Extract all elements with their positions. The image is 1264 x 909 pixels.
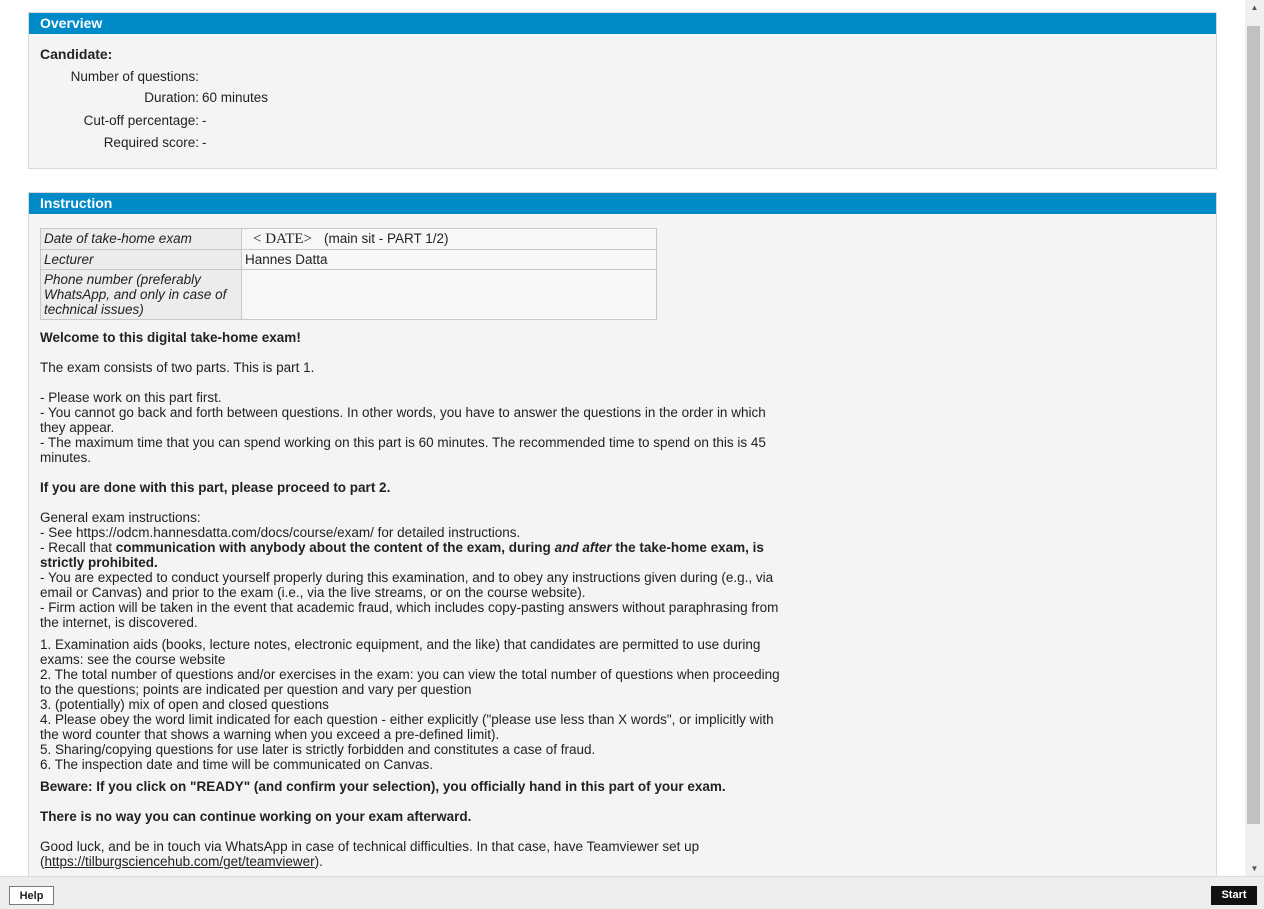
- no-way-text: There is no way you can continue working…: [40, 809, 472, 824]
- lecturer-label: Lecturer: [40, 249, 242, 270]
- scroll-down-icon[interactable]: ▼: [1245, 861, 1264, 876]
- proceed-text: If you are done with this part, please p…: [40, 480, 391, 495]
- date-label: Date of take-home exam: [40, 228, 242, 250]
- general-conduct: - You are expected to conduct yourself p…: [40, 570, 774, 600]
- overview-row: Number of questions:: [29, 68, 629, 86]
- phone-value: [241, 269, 657, 320]
- cutoff-percentage-label: Cut-off percentage:: [83, 113, 199, 128]
- instruction-header: Instruction: [29, 193, 1216, 214]
- general-see: - See https://odcm.hannesdatta.com/docs/…: [40, 525, 521, 540]
- scroll-area[interactable]: Overview Candidate: Number of questions:…: [0, 0, 1245, 876]
- overview-row: Duration: 60 minutes: [29, 89, 629, 107]
- required-score-value: -: [202, 135, 207, 150]
- exam-info-table: Date of take-home exam < DATE> (main sit …: [40, 228, 657, 320]
- recall-prefix: - Recall that: [40, 540, 116, 555]
- table-row: Date of take-home exam < DATE> (main sit …: [40, 228, 657, 250]
- numbered-list: 1. Examination aids (books, lecture note…: [40, 637, 780, 772]
- overview-row: Cut-off percentage: -: [29, 112, 629, 130]
- goodluck-text: Good luck, and be in touch via WhatsApp …: [40, 839, 780, 869]
- recall-bold-1: communication with anybody about the con…: [115, 540, 555, 555]
- numbered-item: 1. Examination aids (books, lecture note…: [40, 637, 761, 667]
- duration-label: Duration:: [144, 90, 199, 105]
- numbered-item: 5. Sharing/copying questions for use lat…: [40, 742, 596, 757]
- goodluck-end: ).: [314, 854, 323, 869]
- table-row: Phone number (preferably WhatsApp, and o…: [40, 269, 657, 320]
- part-rules: - Please work on this part first. - You …: [40, 390, 780, 465]
- parts-intro: The exam consists of two parts. This is …: [40, 360, 315, 375]
- recall-italic: and after: [554, 540, 612, 555]
- overview-header: Overview: [29, 13, 1216, 34]
- start-button[interactable]: Start: [1211, 886, 1257, 905]
- general-title: General exam instructions:: [40, 510, 201, 525]
- vertical-scrollbar[interactable]: ▲ ▼: [1245, 0, 1264, 876]
- part-rule: - You cannot go back and forth between q…: [40, 405, 766, 435]
- lecturer-value: Hannes Datta: [241, 249, 657, 270]
- beware-text: Beware: If you click on "READY" (and con…: [40, 779, 726, 794]
- general-instructions: General exam instructions: - See https:/…: [40, 510, 780, 630]
- help-button[interactable]: Help: [9, 886, 54, 905]
- footer-bar: Help Start: [0, 876, 1264, 909]
- scroll-up-icon[interactable]: ▲: [1245, 0, 1264, 15]
- scrollbar-thumb[interactable]: [1247, 26, 1260, 824]
- teamviewer-link[interactable]: https://tilburgsciencehub.com/get/teamvi…: [45, 854, 315, 869]
- general-fraud: - Firm action will be taken in the event…: [40, 600, 779, 630]
- overview-row: Required score: -: [29, 134, 629, 152]
- date-value: < DATE> (main sit - PART 1/2): [241, 228, 657, 250]
- instruction-content: Welcome to this digital take-home exam! …: [40, 330, 780, 876]
- numbered-item: 3. (potentially) mix of open and closed …: [40, 697, 329, 712]
- number-of-questions-label: Number of questions:: [70, 69, 199, 84]
- numbered-item: 4. Please obey the word limit indicated …: [40, 712, 774, 742]
- welcome-text: Welcome to this digital take-home exam!: [40, 330, 301, 345]
- part-rule: - Please work on this part first.: [40, 390, 222, 405]
- part-rule: - The maximum time that you can spend wo…: [40, 435, 766, 465]
- date-placeholder: < DATE>: [253, 231, 312, 247]
- numbered-item: 2. The total number of questions and/or …: [40, 667, 780, 697]
- table-row: Lecturer Hannes Datta: [40, 249, 657, 270]
- numbered-item: 6. The inspection date and time will be …: [40, 757, 433, 772]
- cutoff-percentage-value: -: [202, 113, 207, 128]
- required-score-label: Required score:: [103, 135, 199, 150]
- phone-label: Phone number (preferably WhatsApp, and o…: [40, 269, 242, 320]
- date-suffix: (main sit - PART 1/2): [324, 231, 449, 246]
- instruction-panel: Instruction Date of take-home exam < DAT…: [28, 192, 1217, 876]
- candidate-label: Candidate:: [40, 46, 113, 62]
- overview-panel: Overview Candidate: Number of questions:…: [28, 12, 1217, 169]
- duration-value: 60 minutes: [202, 90, 269, 105]
